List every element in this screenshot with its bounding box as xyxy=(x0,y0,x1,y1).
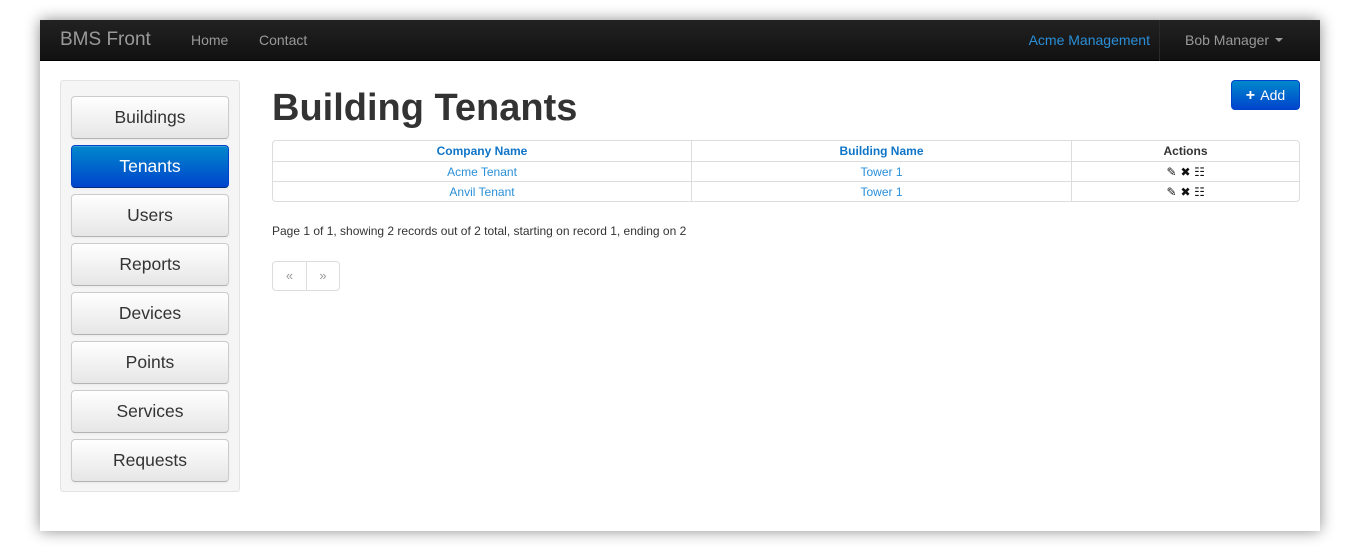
actions-cell: ✎ ✖ ☷ xyxy=(1071,181,1299,201)
delete-icon[interactable]: ✖ xyxy=(1179,185,1193,199)
company-link[interactable]: Acme Tenant xyxy=(447,165,517,179)
sidebar-item-reports[interactable]: Reports xyxy=(71,243,229,286)
app-window: BMS Front Home Contact Acme Management B… xyxy=(40,20,1320,531)
tenants-table: Company Name Building Name Actions Acme … xyxy=(272,140,1300,202)
building-link[interactable]: Tower 1 xyxy=(860,165,902,179)
sidebar-item-requests[interactable]: Requests xyxy=(71,439,229,482)
sidebar: Buildings Tenants Users Reports Devices … xyxy=(60,80,240,492)
building-link[interactable]: Tower 1 xyxy=(860,185,902,199)
brand-link[interactable]: BMS Front xyxy=(60,29,151,51)
page-title: Building Tenants xyxy=(272,87,578,129)
navbar-divider xyxy=(1159,20,1160,61)
column-header-actions: Actions xyxy=(1071,141,1299,161)
user-name: Bob Manager xyxy=(1185,32,1270,48)
table-row: Anvil Tenant Tower 1 ✎ ✖ ☷ xyxy=(273,181,1299,201)
company-link[interactable]: Anvil Tenant xyxy=(449,185,514,199)
table-header-row: Company Name Building Name Actions xyxy=(273,141,1299,161)
add-button[interactable]: + Add xyxy=(1231,80,1300,110)
company-cell: Anvil Tenant xyxy=(273,181,691,201)
sidebar-item-devices[interactable]: Devices xyxy=(71,292,229,335)
organization-link[interactable]: Acme Management xyxy=(1029,32,1150,48)
pagination-info: Page 1 of 1, showing 2 records out of 2 … xyxy=(272,224,687,238)
sidebar-item-services[interactable]: Services xyxy=(71,390,229,433)
chevron-down-icon xyxy=(1275,38,1284,43)
nav-home-link[interactable]: Home xyxy=(191,32,228,48)
column-header-company[interactable]: Company Name xyxy=(273,141,691,161)
nav-contact-link[interactable]: Contact xyxy=(259,32,307,48)
top-navbar: BMS Front Home Contact Acme Management B… xyxy=(40,20,1320,61)
column-header-building[interactable]: Building Name xyxy=(691,141,1071,161)
pager-prev-button[interactable]: « xyxy=(273,262,306,290)
building-cell: Tower 1 xyxy=(691,161,1071,181)
building-cell: Tower 1 xyxy=(691,181,1071,201)
sidebar-item-points[interactable]: Points xyxy=(71,341,229,384)
sidebar-item-users[interactable]: Users xyxy=(71,194,229,237)
pager: « » xyxy=(272,261,340,291)
delete-icon[interactable]: ✖ xyxy=(1179,165,1193,179)
list-icon[interactable]: ☷ xyxy=(1193,185,1207,199)
actions-cell: ✎ ✖ ☷ xyxy=(1071,161,1299,181)
pager-next-button[interactable]: » xyxy=(306,262,339,290)
add-button-label: Add xyxy=(1260,87,1286,103)
edit-icon[interactable]: ✎ xyxy=(1165,185,1179,199)
plus-icon: + xyxy=(1245,87,1256,104)
edit-icon[interactable]: ✎ xyxy=(1165,165,1179,179)
sidebar-item-tenants[interactable]: Tenants xyxy=(71,145,229,188)
sidebar-item-buildings[interactable]: Buildings xyxy=(71,96,229,139)
company-cell: Acme Tenant xyxy=(273,161,691,181)
table-row: Acme Tenant Tower 1 ✎ ✖ ☷ xyxy=(273,161,1299,181)
user-menu-dropdown[interactable]: Bob Manager xyxy=(1185,32,1284,48)
list-icon[interactable]: ☷ xyxy=(1193,165,1207,179)
